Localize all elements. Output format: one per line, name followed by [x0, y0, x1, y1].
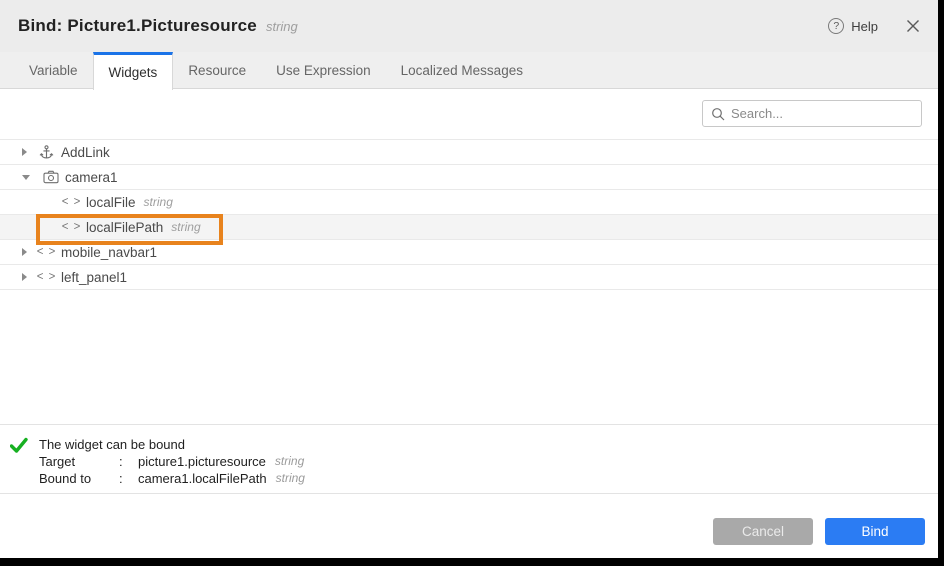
tab-label: Widgets — [109, 65, 158, 80]
tree-row-camera1[interactable]: camera1 — [0, 165, 938, 190]
tab-label: Variable — [29, 63, 78, 78]
close-icon[interactable] — [906, 19, 920, 33]
code-icon: < > — [38, 246, 55, 258]
search-box[interactable] — [702, 100, 922, 127]
code-icon: < > — [63, 196, 80, 208]
tab-localized-messages[interactable]: Localized Messages — [386, 52, 538, 88]
caret-down-icon[interactable] — [22, 175, 30, 180]
code-icon: < > — [63, 221, 80, 233]
status-label: Target — [39, 453, 119, 470]
status-label: Bound to — [39, 470, 119, 487]
bind-button[interactable]: Bind — [825, 518, 925, 545]
dialog-header: Bind: Picture1.Picturesource string ? He… — [0, 0, 938, 52]
widget-tree: AddLink camera1 < > localFile string — [0, 139, 938, 290]
tab-bar: Variable Widgets Resource Use Expression… — [0, 52, 938, 89]
tree-row-localfilepath[interactable]: < > localFilePath string — [0, 215, 938, 240]
anchor-icon — [38, 144, 55, 160]
tree-row-label: localFile — [86, 195, 136, 210]
camera-icon — [42, 170, 59, 184]
tree-row-label: localFilePath — [86, 220, 163, 235]
tab-resource[interactable]: Resource — [173, 52, 261, 88]
tab-label: Localized Messages — [401, 63, 523, 78]
status-value: picture1.picturesource — [138, 453, 266, 470]
status-type: string — [276, 470, 305, 487]
tree-row-label: left_panel1 — [61, 270, 127, 285]
title-wrap: Bind: Picture1.Picturesource string — [18, 16, 298, 36]
footer-buttons: Cancel Bind — [713, 518, 925, 545]
binding-status-text: The widget can be bound Target : picture… — [39, 436, 305, 493]
status-colon: : — [119, 470, 138, 487]
status-type: string — [275, 453, 304, 470]
tab-label: Use Expression — [276, 63, 371, 78]
tree-row-addlink[interactable]: AddLink — [0, 140, 938, 165]
success-check-icon — [10, 437, 28, 493]
search-row — [0, 89, 938, 127]
bind-dialog: Bind: Picture1.Picturesource string ? He… — [0, 0, 938, 558]
type-badge: string — [144, 195, 173, 209]
status-row-target: Target : picture1.picturesource string — [39, 453, 305, 470]
tab-variable[interactable]: Variable — [14, 52, 93, 88]
binding-status-panel: The widget can be bound Target : picture… — [0, 424, 938, 493]
status-value: camera1.localFilePath — [138, 470, 267, 487]
dialog-footer: Cancel Bind — [0, 493, 938, 558]
screen: Bind: Picture1.Picturesource string ? He… — [0, 0, 944, 566]
caret-right-icon[interactable] — [22, 248, 27, 256]
help-label: Help — [851, 19, 878, 34]
header-actions: ? Help — [828, 18, 920, 34]
status-row-bound-to: Bound to : camera1.localFilePath string — [39, 470, 305, 487]
status-message: The widget can be bound — [39, 436, 305, 453]
tree-row-label: camera1 — [65, 170, 118, 185]
tree-row-label: AddLink — [61, 145, 110, 160]
dialog-title-type: string — [266, 19, 298, 34]
search-input[interactable] — [731, 106, 913, 121]
type-badge: string — [171, 220, 200, 234]
tab-use-expression[interactable]: Use Expression — [261, 52, 386, 88]
status-colon: : — [119, 453, 138, 470]
tab-widgets[interactable]: Widgets — [93, 52, 174, 90]
code-icon: < > — [38, 271, 55, 283]
tree-row-mobile-navbar1[interactable]: < > mobile_navbar1 — [0, 240, 938, 265]
caret-right-icon[interactable] — [22, 273, 27, 281]
tree-row-localfile[interactable]: < > localFile string — [0, 190, 938, 215]
help-icon: ? — [828, 18, 844, 34]
caret-right-icon[interactable] — [22, 148, 27, 156]
cancel-button[interactable]: Cancel — [713, 518, 813, 545]
dialog-title: Bind: Picture1.Picturesource — [18, 16, 257, 36]
tab-label: Resource — [188, 63, 246, 78]
help-button[interactable]: ? Help — [828, 18, 878, 34]
tree-row-label: mobile_navbar1 — [61, 245, 157, 260]
search-icon — [711, 107, 725, 121]
tree-row-left-panel1[interactable]: < > left_panel1 — [0, 265, 938, 290]
